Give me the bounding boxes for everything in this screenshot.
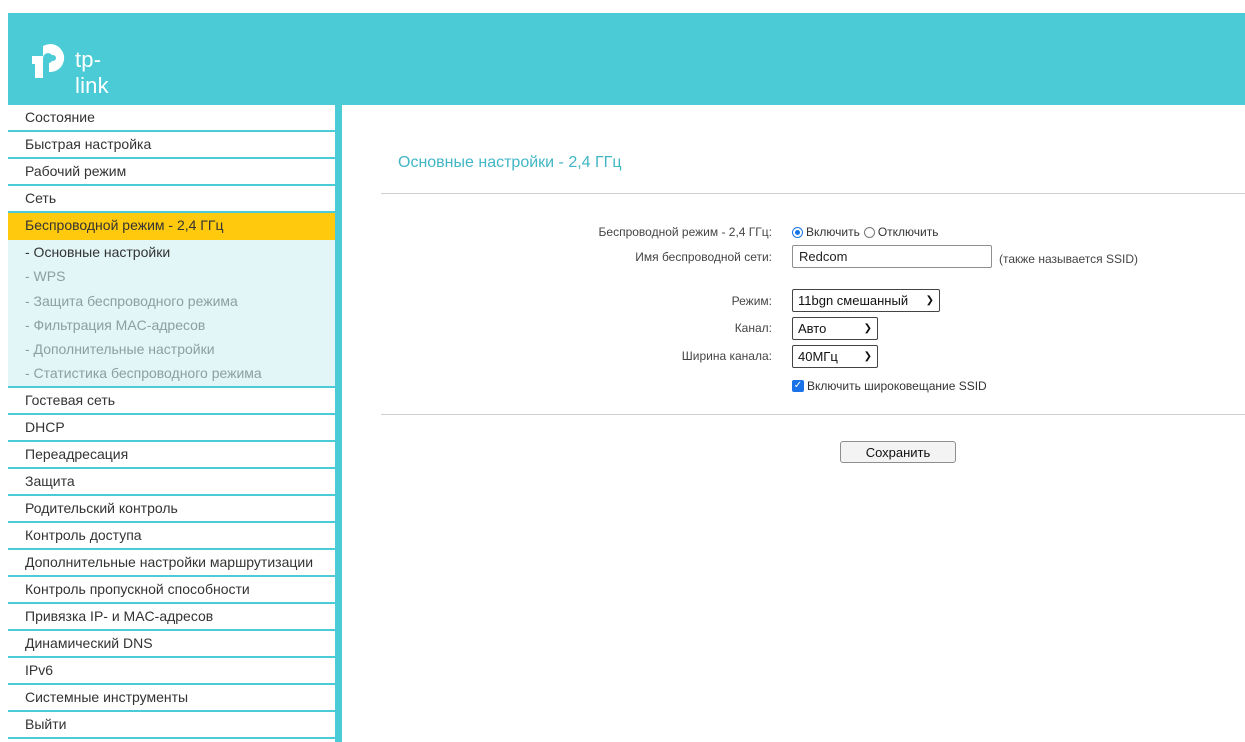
sidebar-item-system-tools[interactable]: Системные инструменты	[8, 684, 335, 712]
sidebar-item-quick-setup[interactable]: Быстрая настройка	[8, 132, 335, 159]
sidebar-item-ip-mac-binding[interactable]: Привязка IP- и MAC-адресов	[8, 603, 335, 631]
channel-width-select-value: 40МГц	[798, 349, 838, 364]
sidebar-item-advanced-routing[interactable]: Дополнительные настройки маршрутизации	[8, 549, 335, 577]
wireless-mode-label: Беспроводной режим - 2,4 ГГц:	[598, 225, 772, 239]
ssid-broadcast-checkbox[interactable]: ✓	[792, 380, 804, 392]
chevron-down-icon: ❯	[863, 351, 872, 362]
channel-label: Канал:	[734, 321, 772, 335]
sidebar-item-access-control[interactable]: Контроль доступа	[8, 522, 335, 550]
sidebar-subitem-advanced[interactable]: - Дополнительные настройки	[8, 337, 335, 361]
sidebar-item-bandwidth-control[interactable]: Контроль пропускной способности	[8, 576, 335, 604]
ssid-broadcast-row: ✓ Включить широковещание SSID	[792, 379, 987, 393]
enable-radio-label: Включить	[806, 225, 860, 239]
tp-link-logo-icon	[32, 44, 65, 78]
disable-radio-label: Отключить	[877, 225, 939, 239]
channel-width-label: Ширина канала:	[681, 349, 772, 363]
sidebar: Состояние Быстрая настройка Рабочий режи…	[8, 105, 335, 742]
sidebar-item-network[interactable]: Сеть	[8, 186, 335, 213]
tp-link-logo: tp-link	[30, 42, 109, 98]
ssid-hint: (также называется SSID)	[999, 252, 1138, 266]
header-bar: tp-link	[8, 13, 1245, 105]
mode-select[interactable]: 11bgn смешанный ❯	[792, 289, 940, 312]
chevron-down-icon: ❯	[925, 295, 934, 306]
sidebar-item-operation-mode[interactable]: Рабочий режим	[8, 159, 335, 186]
sidebar-item-parental-control[interactable]: Родительский контроль	[8, 495, 335, 523]
ssid-broadcast-label: Включить широковещание SSID	[807, 379, 987, 393]
sidebar-subitem-statistics[interactable]: - Статистика беспроводного режима	[8, 361, 335, 385]
sidebar-item-wireless-24[interactable]: Беспроводной режим - 2,4 ГГц	[8, 213, 335, 240]
sidebar-item-guest-network[interactable]: Гостевая сеть	[8, 385, 335, 415]
brand-name: tp-link	[75, 47, 109, 98]
mode-select-value: 11bgn смешанный	[798, 293, 909, 308]
save-button[interactable]: Сохранить	[840, 441, 956, 463]
sidebar-subitem-wps[interactable]: - WPS	[8, 264, 335, 288]
mode-label: Режим:	[731, 294, 772, 308]
sidebar-item-forwarding[interactable]: Переадресация	[8, 441, 335, 469]
sidebar-item-status[interactable]: Состояние	[8, 105, 335, 132]
ssid-input[interactable]	[792, 245, 992, 268]
sidebar-item-security[interactable]: Защита	[8, 468, 335, 496]
wireless-radio-group: Включить Отключить	[792, 225, 939, 239]
sidebar-item-logout[interactable]: Выйти	[8, 711, 335, 739]
sidebar-item-dhcp[interactable]: DHCP	[8, 414, 335, 442]
ssid-label: Имя беспроводной сети:	[635, 250, 772, 264]
channel-select-value: Авто	[798, 321, 827, 336]
divider-bottom	[381, 414, 1245, 415]
sidebar-item-ipv6[interactable]: IPv6	[8, 657, 335, 685]
channel-width-select[interactable]: 40МГц ❯	[792, 345, 878, 368]
sidebar-subitem-mac-filtering[interactable]: - Фильтрация MAC-адресов	[8, 313, 335, 337]
sidebar-item-dynamic-dns[interactable]: Динамический DNS	[8, 630, 335, 658]
channel-select[interactable]: Авто ❯	[792, 317, 878, 340]
disable-radio[interactable]	[863, 226, 875, 238]
sidebar-divider	[335, 105, 342, 742]
enable-radio[interactable]	[792, 226, 803, 238]
sidebar-subitem-wireless-security[interactable]: - Защита беспроводного режима	[8, 289, 335, 313]
chevron-down-icon: ❯	[863, 323, 872, 334]
sidebar-subitem-basic-settings[interactable]: - Основные настройки	[8, 240, 335, 264]
divider-top	[381, 193, 1245, 194]
main-content: Основные настройки - 2,4 ГГц Беспроводно…	[342, 105, 1245, 742]
sidebar-submenu: - Основные настройки - WPS - Защита бесп…	[8, 240, 335, 386]
page-title: Основные настройки - 2,4 ГГц	[398, 154, 622, 171]
